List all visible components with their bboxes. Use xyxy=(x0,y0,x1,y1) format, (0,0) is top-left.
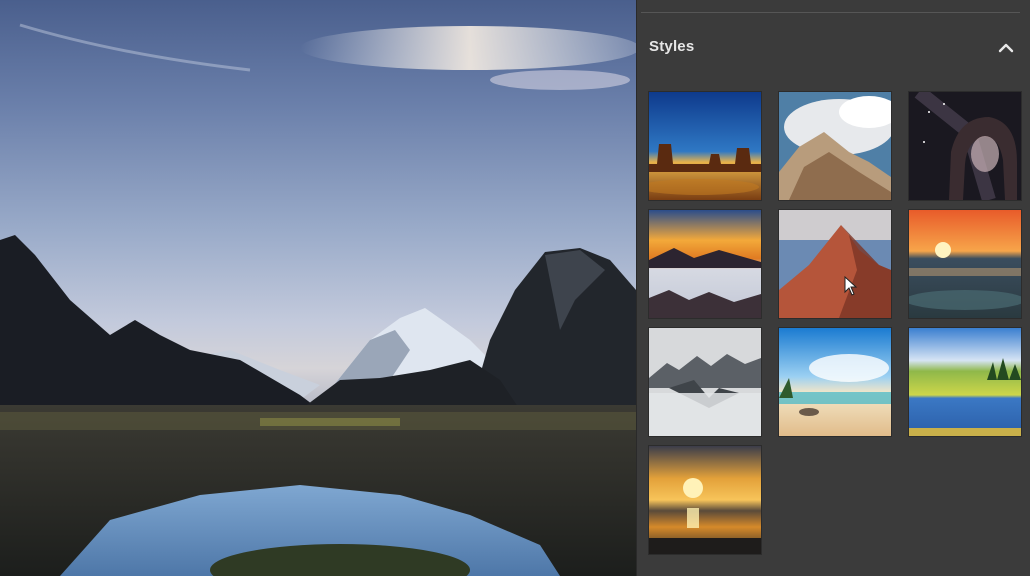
style-thumbnail-grid xyxy=(649,92,1021,554)
style-thumb-night-arch[interactable] xyxy=(909,92,1021,200)
styles-panel-header[interactable]: Styles xyxy=(637,28,1030,68)
chevron-up-icon[interactable] xyxy=(994,36,1018,60)
style-thumb-green-lake[interactable] xyxy=(909,328,1021,436)
style-thumb-golden-sun[interactable] xyxy=(649,446,761,554)
panel-title: Styles xyxy=(649,38,695,55)
style-thumb-sea-sunset[interactable] xyxy=(909,210,1021,318)
divider xyxy=(641,12,1020,13)
style-thumb-desert-buttes[interactable] xyxy=(649,92,761,200)
styles-panel: Styles xyxy=(636,0,1030,576)
style-thumb-clouds-rocks[interactable] xyxy=(779,92,891,200)
photo-canvas[interactable] xyxy=(0,0,636,576)
app-window: Styles xyxy=(0,0,1030,576)
style-thumb-tropical-beach[interactable] xyxy=(779,328,891,436)
style-thumb-orange-sunset[interactable] xyxy=(649,210,761,318)
style-thumb-red-rock-peak[interactable] xyxy=(779,210,891,318)
landscape-image xyxy=(0,23,636,576)
style-thumb-misty-mountains[interactable] xyxy=(649,328,761,436)
